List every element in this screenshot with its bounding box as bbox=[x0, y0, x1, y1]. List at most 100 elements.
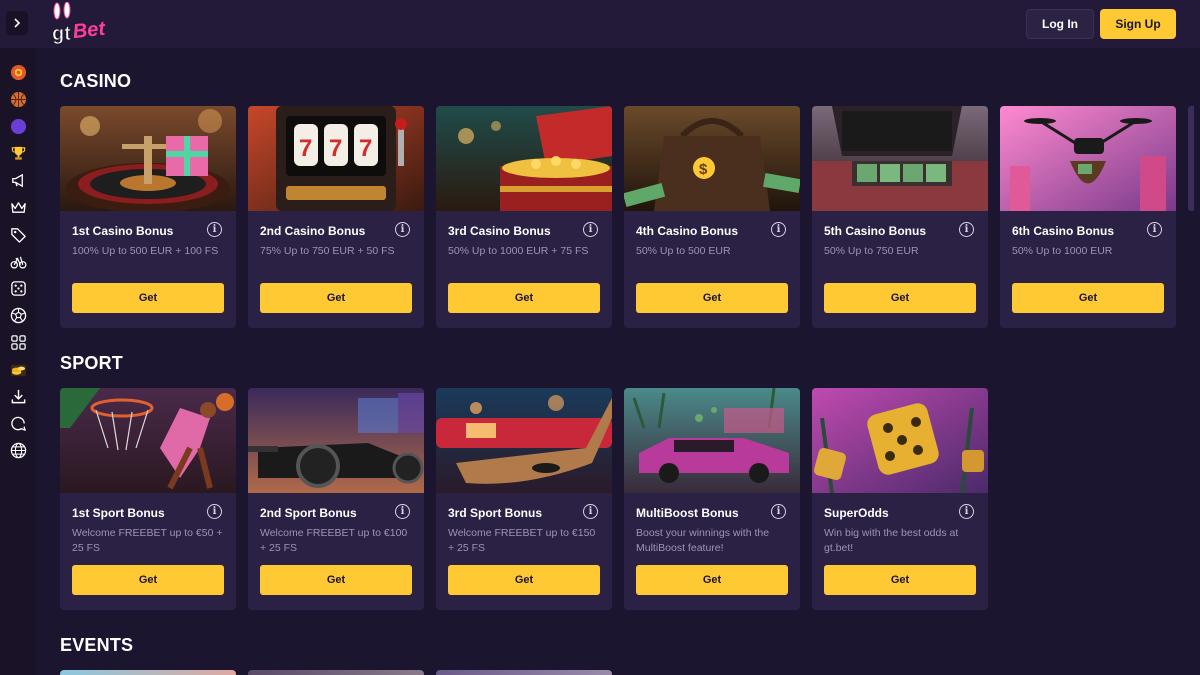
svg-text:7: 7 bbox=[359, 135, 372, 162]
info-icon[interactable]: i bbox=[959, 222, 974, 237]
get-bonus-button[interactable]: Get bbox=[448, 283, 600, 313]
sidebar-item-trophy[interactable] bbox=[7, 142, 29, 164]
event-card[interactable] bbox=[436, 670, 612, 675]
card-description: 75% Up to 750 EUR + 50 FS bbox=[260, 245, 395, 257]
card-description: Win big with the best odds at gt.bet! bbox=[824, 527, 959, 554]
card-title: SuperOdds bbox=[824, 506, 889, 520]
card-description: 50% Up to 1000 EUR bbox=[1012, 245, 1113, 257]
sidebar-item-download[interactable] bbox=[7, 385, 29, 407]
sport-bonus-card[interactable]: 2nd Sport Bonus i Welcome FREEBET up to … bbox=[248, 388, 424, 610]
info-icon[interactable]: i bbox=[959, 504, 974, 519]
sidebar-item-basketball[interactable] bbox=[7, 88, 29, 110]
sports-car-image bbox=[624, 388, 800, 493]
svg-text:7: 7 bbox=[299, 135, 312, 162]
info-icon[interactable]: i bbox=[207, 504, 222, 519]
info-icon[interactable]: i bbox=[771, 222, 786, 237]
sport-section-title: SPORT bbox=[60, 353, 124, 373]
event-card[interactable] bbox=[248, 670, 424, 675]
moon-icon bbox=[10, 118, 26, 134]
card-description: Boost your winnings with the MultiBoost … bbox=[636, 527, 770, 554]
download-icon bbox=[11, 389, 25, 403]
get-bonus-button[interactable]: Get bbox=[448, 565, 600, 595]
card-title: MultiBoost Bonus bbox=[636, 506, 739, 520]
info-icon[interactable]: i bbox=[395, 222, 410, 237]
sidebar-item-football[interactable] bbox=[7, 304, 29, 326]
sidebar-item-jackpot[interactable] bbox=[7, 358, 29, 380]
card-title: 1st Casino Bonus bbox=[72, 224, 174, 238]
svg-text:7: 7 bbox=[329, 135, 342, 162]
sidebar-item-support[interactable] bbox=[7, 412, 29, 434]
svg-text:gt: gt bbox=[52, 23, 71, 45]
casino-bonus-card[interactable]: 6th Casino Bonus i 50% Up to 1000 EUR Ge… bbox=[1000, 106, 1176, 328]
sidebar-item-bonuses[interactable] bbox=[7, 223, 29, 245]
crown-icon bbox=[10, 201, 26, 213]
card-description: 100% Up to 500 EUR + 100 FS bbox=[72, 245, 219, 257]
sport-bonus-card[interactable]: MultiBoost Bonus i Boost your winnings w… bbox=[624, 388, 800, 610]
info-icon[interactable]: i bbox=[771, 504, 786, 519]
sidebar-toggle-button[interactable] bbox=[6, 11, 28, 35]
sidebar bbox=[0, 48, 36, 675]
chevron-right-icon bbox=[14, 18, 21, 28]
get-bonus-button[interactable]: Get bbox=[1012, 283, 1164, 313]
get-bonus-button[interactable]: Get bbox=[72, 283, 224, 313]
golden-dice-image bbox=[812, 388, 988, 493]
main-content: CASINO 1st Casino Bonus i 100% Up to 500 bbox=[36, 48, 1200, 675]
sidebar-item-night[interactable] bbox=[7, 115, 29, 137]
card-title: 2nd Sport Bonus bbox=[260, 506, 357, 520]
soccer-ball-icon bbox=[10, 307, 26, 323]
money-bag-image: $ bbox=[624, 106, 800, 211]
site-logo[interactable]: gt Bet bbox=[48, 1, 120, 46]
grid-icon bbox=[10, 334, 26, 350]
get-bonus-button[interactable]: Get bbox=[260, 283, 412, 313]
sidebar-item-dice[interactable] bbox=[7, 277, 29, 299]
sport-bonus-card[interactable]: SuperOdds i Win big with the best odds a… bbox=[812, 388, 988, 610]
casino-bonus-card[interactable]: 1st Casino Bonus i 100% Up to 500 EUR + … bbox=[60, 106, 236, 328]
hockey-stick-image bbox=[436, 388, 612, 493]
sidebar-item-language[interactable] bbox=[7, 439, 29, 461]
globe-icon bbox=[10, 442, 26, 458]
basketball-icon bbox=[10, 91, 26, 107]
sidebar-item-all-games[interactable] bbox=[7, 331, 29, 353]
car-trunk-cash-image bbox=[812, 106, 988, 211]
bicycle-icon bbox=[10, 256, 26, 269]
card-title: 2nd Casino Bonus bbox=[260, 224, 366, 238]
basketball-dunk-image bbox=[60, 388, 236, 493]
roulette-gift-image bbox=[60, 106, 236, 211]
sidebar-item-promotions[interactable] bbox=[7, 169, 29, 191]
get-bonus-button[interactable]: Get bbox=[636, 283, 788, 313]
info-icon[interactable]: i bbox=[395, 504, 410, 519]
info-icon[interactable]: i bbox=[583, 504, 598, 519]
casino-bonus-card[interactable]: 5th Casino Bonus i 50% Up to 750 EUR Get bbox=[812, 106, 988, 328]
dice-icon bbox=[10, 280, 26, 296]
sport-bonus-card[interactable]: 1st Sport Bonus i Welcome FREEBET up to … bbox=[60, 388, 236, 610]
sport-bonus-card[interactable]: 3rd Sport Bonus i Welcome FREEBET up to … bbox=[436, 388, 612, 610]
info-icon[interactable]: i bbox=[1147, 222, 1162, 237]
card-description: Welcome FREEBET up to €150 + 25 FS bbox=[448, 527, 596, 554]
card-description: Welcome FREEBET up to €50 + 25 FS bbox=[72, 527, 223, 554]
sidebar-item-casino[interactable] bbox=[7, 61, 29, 83]
signup-button[interactable]: Sign Up bbox=[1100, 9, 1176, 39]
casino-bonus-card[interactable]: $ 4th Casino Bonus i 50% Up to 500 EUR G… bbox=[624, 106, 800, 328]
card-description: 50% Up to 500 EUR bbox=[636, 245, 731, 257]
megaphone-icon bbox=[11, 173, 23, 187]
get-bonus-button[interactable]: Get bbox=[260, 565, 412, 595]
info-icon[interactable]: i bbox=[207, 222, 222, 237]
trophy-icon bbox=[11, 146, 25, 160]
card-description: 50% Up to 750 EUR bbox=[824, 245, 919, 257]
login-button[interactable]: Log In bbox=[1026, 9, 1094, 39]
get-bonus-button[interactable]: Get bbox=[824, 283, 976, 313]
sidebar-item-vip[interactable] bbox=[7, 196, 29, 218]
sidebar-item-cycling[interactable] bbox=[7, 250, 29, 272]
casino-bonus-card[interactable]: 3rd Casino Bonus i 50% Up to 1000 EUR + … bbox=[436, 106, 612, 328]
info-icon[interactable]: i bbox=[583, 222, 598, 237]
card-title: 6th Casino Bonus bbox=[1012, 224, 1115, 238]
get-bonus-button[interactable]: Get bbox=[72, 565, 224, 595]
tag-icon bbox=[10, 227, 26, 243]
get-bonus-button[interactable]: Get bbox=[636, 565, 788, 595]
chat-icon bbox=[10, 416, 26, 431]
get-bonus-button[interactable]: Get bbox=[824, 565, 976, 595]
card-title: 1st Sport Bonus bbox=[72, 506, 165, 520]
card-title: 4th Casino Bonus bbox=[636, 224, 739, 238]
event-card[interactable] bbox=[60, 670, 236, 675]
casino-bonus-card[interactable]: 7 7 7 2nd Casino Bonus i 75% Up to 750 E… bbox=[248, 106, 424, 328]
